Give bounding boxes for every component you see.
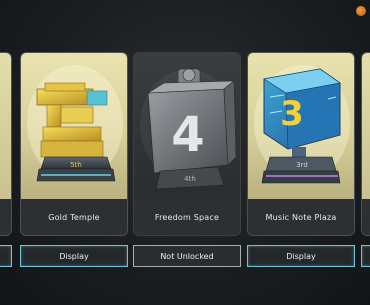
freedom-rank-label: 4th xyxy=(184,175,196,183)
card-music-note-plaza[interactable]: 3 3rd Music Note Plaza xyxy=(247,52,355,236)
freedom-space-trophy-icon: 4 4th xyxy=(134,53,240,201)
music-trophy-number: 3 xyxy=(280,94,304,134)
partial-card-left[interactable] xyxy=(0,52,12,236)
partial-display-button-right[interactable] xyxy=(361,245,370,267)
display-button-music-note-plaza[interactable]: Display xyxy=(247,245,355,267)
card-gold-temple[interactable]: 5th Gold Temple xyxy=(20,52,128,236)
music-note-plaza-trophy-icon: 3 3rd xyxy=(248,53,354,201)
freedom-trophy-number: 4 xyxy=(171,107,204,163)
gold-rank-label: 5th xyxy=(70,161,82,169)
music-rank-label: 3rd xyxy=(296,161,308,169)
card-name-freedom-space: Freedom Space xyxy=(154,212,220,222)
not-unlocked-button-freedom-space[interactable]: Not Unlocked xyxy=(133,245,241,267)
notification-icon[interactable] xyxy=(356,6,366,16)
card-freedom-space[interactable]: 4 4th Freedom Space xyxy=(133,52,241,236)
display-button-gold-temple[interactable]: Display xyxy=(20,245,128,267)
trophy-showcase: 5th Gold Temple 4 4th Freedom Space 3 3r… xyxy=(0,0,370,305)
partial-display-button-left[interactable] xyxy=(0,245,12,267)
partial-card-right[interactable] xyxy=(361,52,370,236)
card-name-gold-temple: Gold Temple xyxy=(48,212,100,222)
gold-temple-trophy-icon: 5th xyxy=(21,53,127,201)
card-name-music-note-plaza: Music Note Plaza xyxy=(265,212,337,222)
